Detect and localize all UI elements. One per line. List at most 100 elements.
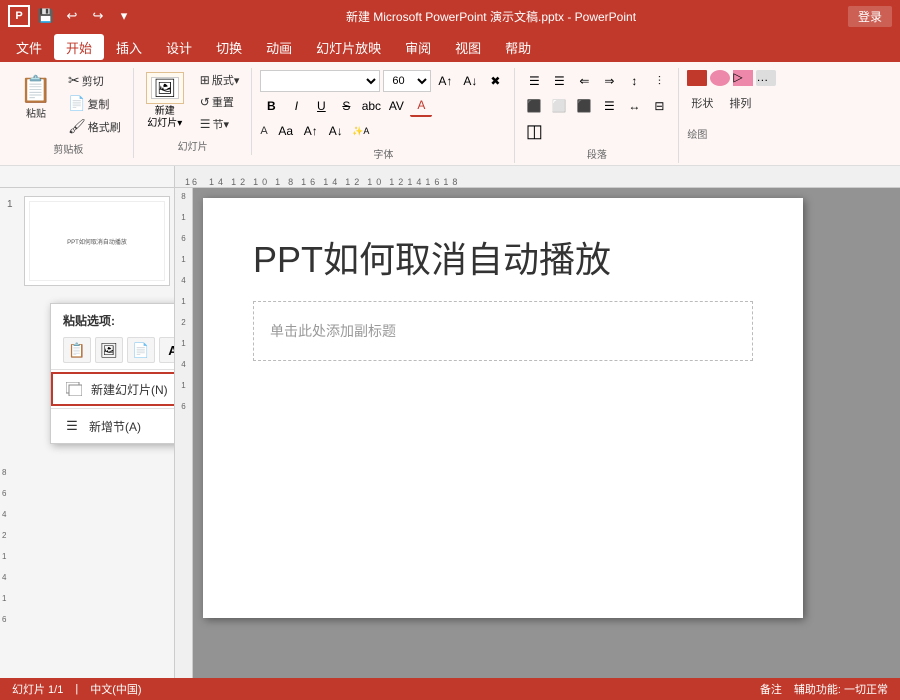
shape-triangle[interactable]: ▷ [733, 70, 753, 86]
horizontal-ruler: 1 6 1 4 1 2 1 0 1 8 1 6 1 4 1 2 1 0 1 2 … [175, 166, 900, 188]
paste-icon-picture[interactable]: 📄 [127, 337, 155, 363]
shape-rect[interactable] [687, 70, 707, 86]
paste-icon-use-theme[interactable]: 🖼 [95, 337, 123, 363]
font-shrink-button[interactable]: A↓ [459, 70, 481, 92]
arrange-button[interactable]: 排列 [725, 93, 755, 113]
undo-button[interactable]: ↩ [62, 6, 82, 26]
font-color-button[interactable]: A [410, 95, 432, 117]
paste-options-label: 粘贴选项: [51, 306, 175, 333]
reset-button[interactable]: ↺重置 [196, 92, 244, 112]
slide-panel: 1 PPT如何取消自动播放 8 6 4 2 1 4 1 6 粘贴选项: 📋 🖼 … [0, 188, 175, 678]
redo-button[interactable]: ↪ [88, 6, 108, 26]
clipboard-group: 📋 粘贴 ✂剪切 📄复制 🖌格式刷 剪贴板 [4, 68, 134, 158]
notes-button[interactable]: 备注 [760, 681, 782, 697]
new-slide-menu-item[interactable]: 新建幻灯片(N) [51, 372, 175, 406]
align-text-button[interactable]: ⊟ [648, 95, 670, 117]
new-section-menu-icon: ☰ [63, 417, 81, 435]
underline-button[interactable]: U [310, 95, 332, 117]
clear-format-button[interactable]: ✖ [484, 70, 506, 92]
numbered-list-button[interactable]: ☰ [548, 70, 570, 92]
menu-item-view[interactable]: 视图 [443, 34, 493, 60]
menu-item-file[interactable]: 文件 [4, 34, 54, 60]
menu-item-insert[interactable]: 插入 [104, 34, 154, 60]
slide-thumbnail-1[interactable]: 1 PPT如何取消自动播放 [24, 196, 170, 286]
language-info: 中文(中国) [90, 681, 141, 697]
new-section-menu-item[interactable]: ☰ 新增节(A) [51, 411, 175, 441]
slide-info: 幻灯片 1/1 [12, 681, 63, 697]
slide-subtitle-box[interactable]: 单击此处添加副标题 [253, 301, 753, 361]
align-right-button[interactable]: ⬛ [573, 95, 595, 117]
window-title: 新建 Microsoft PowerPoint 演示文稿.pptx - Powe… [134, 8, 848, 25]
shapes-button[interactable]: 形状 [687, 93, 717, 113]
canvas-area: PPT如何取消自动播放 单击此处添加副标题 [193, 188, 900, 678]
shape-oval[interactable] [710, 70, 730, 86]
shape-more[interactable]: … [756, 70, 776, 86]
font-size-select[interactable]: 60 [383, 70, 431, 92]
new-section-menu-label: 新增节(A) [89, 418, 141, 435]
paste-icon-keep-source[interactable]: 📋 [63, 337, 91, 363]
columns-button[interactable]: ⫶ [648, 70, 670, 92]
paste-icon-text-only[interactable]: A [159, 337, 175, 363]
font-increase-button[interactable]: A↑ [300, 120, 322, 142]
app-icon: P [8, 5, 30, 27]
line-spacing-button[interactable]: ↕ [623, 70, 645, 92]
context-menu: 粘贴选项: 📋 🖼 📄 A 新建幻灯片(N) ☰ 新 [50, 303, 175, 444]
font-group-label: 字体 [373, 142, 393, 161]
new-slide-button[interactable]: 🖼 新建幻灯片▾ [142, 70, 188, 132]
cut-button[interactable]: ✂剪切 [64, 70, 125, 91]
font-group: 60 A↑ A↓ ✖ B I U S abc AV A A Aa [252, 68, 515, 163]
new-slide-menu-label: 新建幻灯片(N) [91, 381, 168, 398]
title-bar-left: P 💾 ↩ ↪ ▾ [8, 5, 134, 27]
status-bar: 幻灯片 1/1 | 中文(中国) 备注 辅助功能: 一切正常 [0, 678, 900, 700]
ribbon: 📋 粘贴 ✂剪切 📄复制 🖌格式刷 剪贴板 [0, 62, 900, 166]
drawing-group-label: 绘图 [687, 122, 707, 141]
text-shadow-button[interactable]: abc [360, 95, 382, 117]
copy-button[interactable]: 📄复制 [64, 93, 125, 114]
menu-item-transitions[interactable]: 切换 [204, 34, 254, 60]
font-decrease-button[interactable]: A↓ [325, 120, 347, 142]
text-direction-button[interactable]: ↔ [623, 95, 645, 117]
slide-canvas[interactable]: PPT如何取消自动播放 单击此处添加副标题 [203, 198, 803, 618]
font-grow-button[interactable]: A↑ [434, 70, 456, 92]
paste-icons-row: 📋 🖼 📄 A [51, 333, 175, 367]
menu-item-animations[interactable]: 动画 [254, 34, 304, 60]
align-center-button[interactable]: ⬜ [548, 95, 570, 117]
menu-item-review[interactable]: 审阅 [393, 34, 443, 60]
increase-indent-button[interactable]: ⇒ [598, 70, 620, 92]
slide-subtitle-placeholder: 单击此处添加副标题 [270, 321, 396, 341]
character-spacing-button[interactable]: AV [385, 95, 407, 117]
accessibility-info: 辅助功能: 一切正常 [794, 681, 888, 697]
layout-button[interactable]: ⊞版式▾ [196, 70, 244, 90]
menu-item-design[interactable]: 设计 [154, 34, 204, 60]
section-button[interactable]: ☰节▾ [196, 114, 244, 134]
menu-item-slideshow[interactable]: 幻灯片放映 [304, 34, 393, 60]
bold-button[interactable]: B [260, 95, 282, 117]
clipboard-group-label: 剪贴板 [53, 137, 83, 156]
font-aa-button[interactable]: Aa [275, 120, 297, 142]
login-button[interactable]: 登录 [848, 6, 892, 27]
slide-title: PPT如何取消自动播放 [253, 238, 753, 281]
italic-button[interactable]: I [285, 95, 307, 117]
slides-group-label: 幻灯片 [178, 134, 208, 153]
align-left-button[interactable]: ⬛ [523, 95, 545, 117]
menu-bar: 文件 开始 插入 设计 切换 动画 幻灯片放映 审阅 视图 帮助 [0, 32, 900, 62]
save-button[interactable]: 💾 [36, 6, 56, 26]
bullet-list-button[interactable]: ☰ [523, 70, 545, 92]
paragraph-group: ☰ ☰ ⇐ ⇒ ↕ ⫶ ⬛ ⬜ ⬛ ☰ ↔ ⊟ ◫ [515, 68, 679, 163]
title-bar: P 💾 ↩ ↪ ▾ 新建 Microsoft PowerPoint 演示文稿.p… [0, 0, 900, 32]
font-transform-button[interactable]: ✨A [350, 120, 372, 142]
customize-quick-access-button[interactable]: ▾ [114, 6, 134, 26]
strikethrough-button[interactable]: S [335, 95, 357, 117]
context-menu-divider-2 [51, 408, 175, 409]
paste-button[interactable]: 📋 粘贴 [12, 70, 60, 123]
font-family-select[interactable] [260, 70, 380, 92]
format-painter-button[interactable]: 🖌格式刷 [64, 116, 125, 137]
smartart-button[interactable]: ◫ [523, 120, 545, 142]
justify-button[interactable]: ☰ [598, 95, 620, 117]
menu-item-home[interactable]: 开始 [54, 34, 104, 60]
slide-number-label: 1 [7, 199, 13, 210]
slides-group: 🖼 新建幻灯片▾ ⊞版式▾ ↺重置 ☰节▾ 幻灯片 [134, 68, 253, 155]
decrease-indent-button[interactable]: ⇐ [573, 70, 595, 92]
menu-item-help[interactable]: 帮助 [493, 34, 543, 60]
drawing-group: ▷ … 形状 排列 绘图 [679, 68, 809, 143]
